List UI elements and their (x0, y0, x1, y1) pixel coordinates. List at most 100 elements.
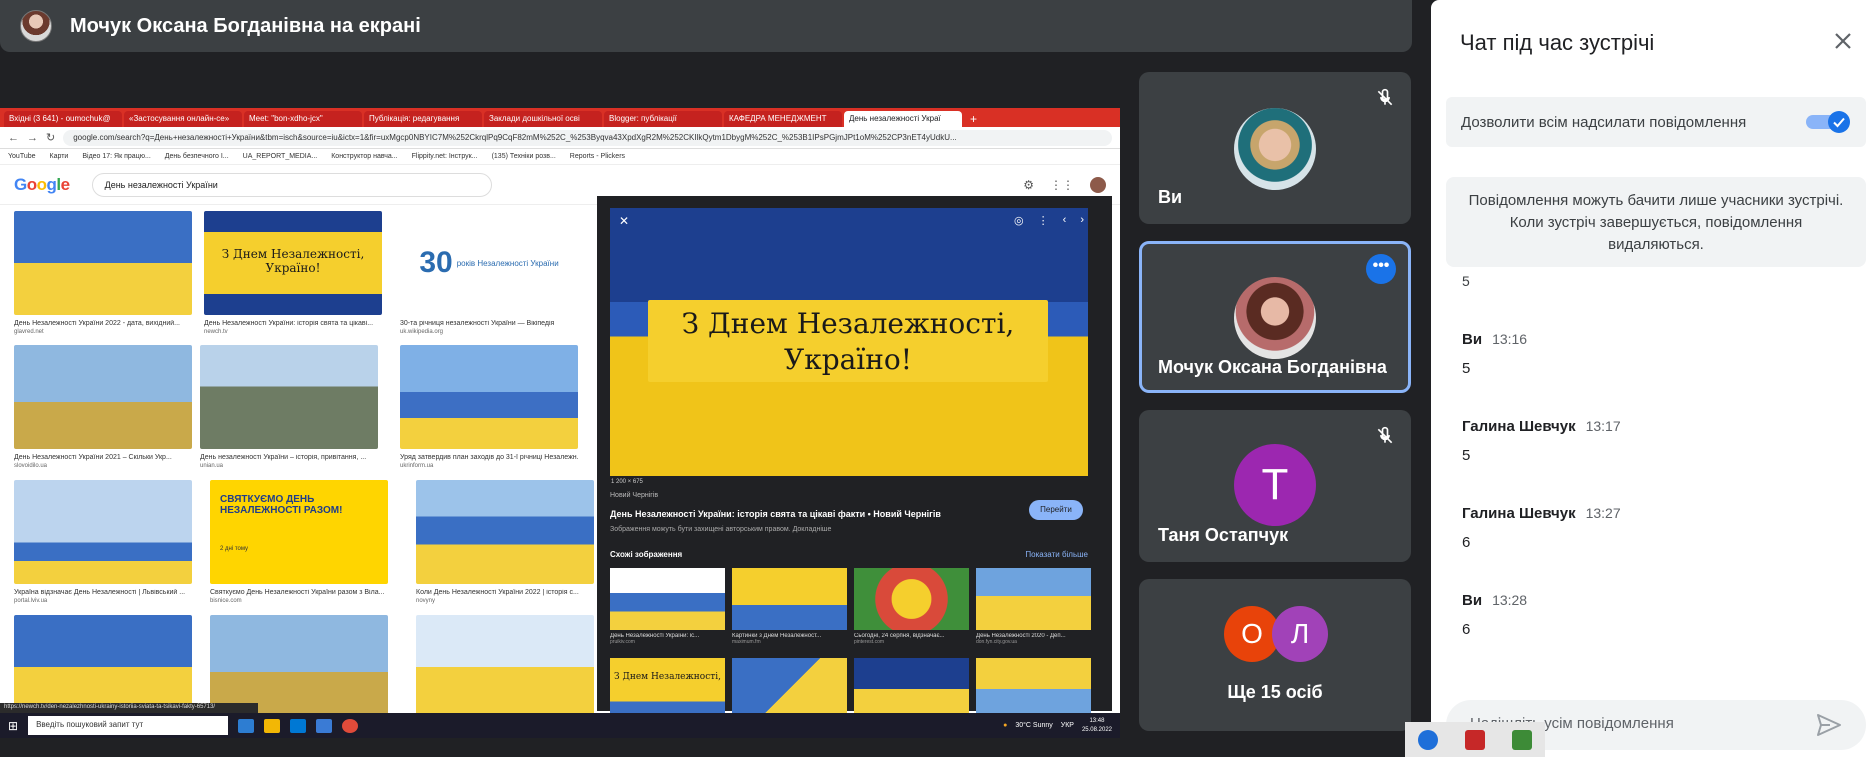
browser-tab-active[interactable]: День незалежності Украї (844, 111, 962, 127)
preview-title[interactable]: День Незалежності України: історія свята… (610, 509, 941, 519)
google-logo[interactable]: Google (14, 175, 70, 195)
others-count-label: Ще 15 осіб (1227, 682, 1323, 702)
browser-tabbar: Вхідні (3 641) - oumochuk@ «Застосування… (0, 108, 1120, 127)
browser-tab[interactable]: Вхідні (3 641) - oumochuk@ (4, 111, 122, 127)
browser-tab[interactable]: КАФЕДРА МЕНЕДЖМЕНТ (724, 111, 842, 127)
language-indicator[interactable]: УКР (1061, 722, 1074, 729)
chat-panel: Чат під час зустрічі Дозволити всім надс… (1431, 0, 1872, 757)
system-tray-popup (1405, 722, 1545, 757)
mail-icon[interactable] (316, 718, 333, 733)
bookmark[interactable]: Відео 17: Як працю... (82, 153, 150, 160)
participant-tile-self[interactable]: Ви (1139, 72, 1411, 224)
more-vert-icon[interactable]: ⋮ (1038, 214, 1049, 227)
preview-source[interactable]: Новий Чернігів (610, 492, 658, 499)
chevron-right-icon[interactable]: › (1080, 214, 1084, 227)
similar-thumb[interactable] (976, 658, 1091, 720)
message-sender: Галина Шевчук (1462, 505, 1576, 522)
bookmark[interactable]: Карти (50, 153, 69, 160)
close-icon[interactable] (1828, 26, 1858, 56)
bookmark[interactable]: Reports - Plickers (570, 153, 625, 160)
bookmark[interactable]: Конструктор навча... (331, 153, 397, 160)
taskbar-search[interactable]: Введіть пошуковий запит тут (28, 716, 229, 735)
image-result[interactable]: День Незалежності України 2021 – Скільки… (14, 345, 192, 469)
back-icon[interactable]: ← (8, 132, 19, 144)
clock[interactable]: 13:48 25.08.2022 (1082, 717, 1112, 735)
image-result[interactable]: Коли День Незалежності України 2022 | іс… (416, 480, 594, 604)
similar-thumb[interactable]: Картинки з Днем Незалежност... maximum.f… (732, 568, 847, 645)
message-text: 5 (1462, 360, 1471, 377)
security-icon[interactable] (1464, 729, 1485, 750)
result-image-text: СВЯТКУЄМО ДЕНЬ НЕЗАЛЕЖНОСТІ РАЗОМ! (220, 494, 343, 516)
browser-tab[interactable]: «Застосування онлайн-се» (124, 111, 242, 127)
similar-thumb[interactable] (854, 658, 969, 720)
image-result[interactable]: 30 років Незалежності України 30-та річн… (400, 211, 578, 335)
image-preview-panel: З Днем Незалежності, Україно! ✕ ◎ ⋮ ‹ › … (597, 196, 1112, 720)
chrome-icon[interactable] (342, 718, 359, 733)
apps-grid-icon[interactable]: ⋮⋮ (1050, 178, 1074, 192)
bluetooth-icon[interactable] (1418, 729, 1439, 750)
allow-messages-row: Дозволити всім надсилати повідомлення (1446, 97, 1866, 147)
browser-tab[interactable]: Meet: "bon-xdho-jcx" (244, 111, 362, 127)
bookmark[interactable]: UA_REPORT_MEDIA... (243, 153, 318, 160)
meet-window: Мочук Оксана Богданівна на екрані Вхідні… (0, 0, 1872, 757)
edge-icon[interactable] (238, 718, 255, 733)
thumb-source: maximum.fm (732, 639, 761, 645)
close-icon[interactable]: ✕ (619, 214, 629, 228)
explorer-icon[interactable] (264, 718, 281, 733)
similar-thumb[interactable] (732, 658, 847, 720)
gear-icon[interactable]: ⚙ (1023, 178, 1034, 192)
account-avatar[interactable] (1090, 176, 1106, 193)
image-result[interactable] (210, 615, 388, 715)
message-sender: Ви (1462, 331, 1483, 348)
image-result[interactable]: День Незалежності України 2022 - дата, в… (14, 211, 192, 335)
result-source: unian.ua (200, 463, 224, 469)
allow-messages-toggle[interactable] (1806, 111, 1852, 133)
more-options-icon[interactable]: ••• (1366, 254, 1396, 284)
url-field[interactable]: google.com/search?q=День+незалежності+Ук… (63, 129, 1112, 146)
bookmark[interactable]: День безпечного І... (165, 153, 229, 160)
similar-thumb[interactable]: З Днем Незалежності, (610, 658, 725, 720)
weather-text[interactable]: 30°C Sunny (1015, 722, 1052, 729)
image-result-selected[interactable]: З Днем Незалежності, Україно! День Незал… (204, 211, 382, 335)
visit-button[interactable]: Перейти (1029, 500, 1083, 520)
chevron-left-icon[interactable]: ‹ (1063, 214, 1067, 227)
result-caption: Святкуємо День Незалежності України разо… (210, 589, 385, 596)
show-more-link[interactable]: Показати більше (1025, 550, 1088, 559)
thumb-source: don.fyn.city.gov.ua (976, 639, 1017, 645)
image-result[interactable]: Україна відзначає День Незалежності | Ль… (14, 480, 192, 604)
nvidia-icon[interactable] (1511, 729, 1532, 750)
browser-tab[interactable]: Заклади дошкільної осві (484, 111, 602, 127)
forward-icon[interactable]: → (27, 132, 38, 144)
lens-icon[interactable]: ◎ (1014, 214, 1024, 227)
others-tile[interactable]: О Л Ще 15 осіб (1139, 579, 1411, 731)
image-results: День Незалежності України 2022 - дата, в… (0, 205, 595, 715)
similar-thumb[interactable]: День Незалежності 2020 - Деп... don.fyn.… (976, 568, 1091, 645)
participant-initial-avatar: Л (1272, 606, 1328, 662)
participant-photo (1234, 277, 1316, 359)
participant-tile-presenter[interactable]: ••• Мочук Оксана Богданівна (1139, 241, 1411, 393)
message-sender: Галина Шевчук (1462, 418, 1576, 435)
similar-thumb[interactable]: День Незалежності України: іс... pruikiv… (610, 568, 725, 645)
browser-tab[interactable]: Публікація: редагування (364, 111, 482, 127)
browser-tab[interactable]: Blogger: публікації (604, 111, 722, 127)
send-icon[interactable] (1816, 713, 1842, 742)
image-result[interactable] (416, 615, 594, 715)
bookmark[interactable]: YouTube (8, 153, 36, 160)
thumb-source: pruikiv.com (610, 639, 635, 645)
windows-start-icon[interactable]: ⊞ (8, 719, 18, 733)
image-result[interactable]: День незалежності України – історія, при… (200, 345, 378, 469)
google-search-input[interactable]: День незалежності України (91, 172, 492, 197)
bookmark[interactable]: (135) Техніки розв... (492, 153, 556, 160)
preview-image[interactable]: З Днем Незалежності, Україно! (610, 208, 1088, 476)
store-icon[interactable] (290, 718, 307, 733)
image-result[interactable]: Уряд затвердив план заходів до 31-ї річн… (400, 345, 578, 469)
reload-icon[interactable]: ↻ (46, 131, 55, 144)
message-text: 5 (1462, 447, 1471, 464)
new-tab-icon[interactable]: + (964, 111, 983, 127)
bookmark[interactable]: Flippity.net: Інструк... (412, 153, 478, 160)
similar-thumb[interactable]: Сьогодні, 24 серпня, відзначає... pinter… (854, 568, 969, 645)
participant-tile[interactable]: T Таня Остапчук (1139, 410, 1411, 562)
result-source: newch.tv (204, 329, 228, 335)
image-result[interactable] (14, 615, 192, 715)
image-result[interactable]: СВЯТКУЄМО ДЕНЬ НЕЗАЛЕЖНОСТІ РАЗОМ! 2 дні… (210, 480, 388, 604)
